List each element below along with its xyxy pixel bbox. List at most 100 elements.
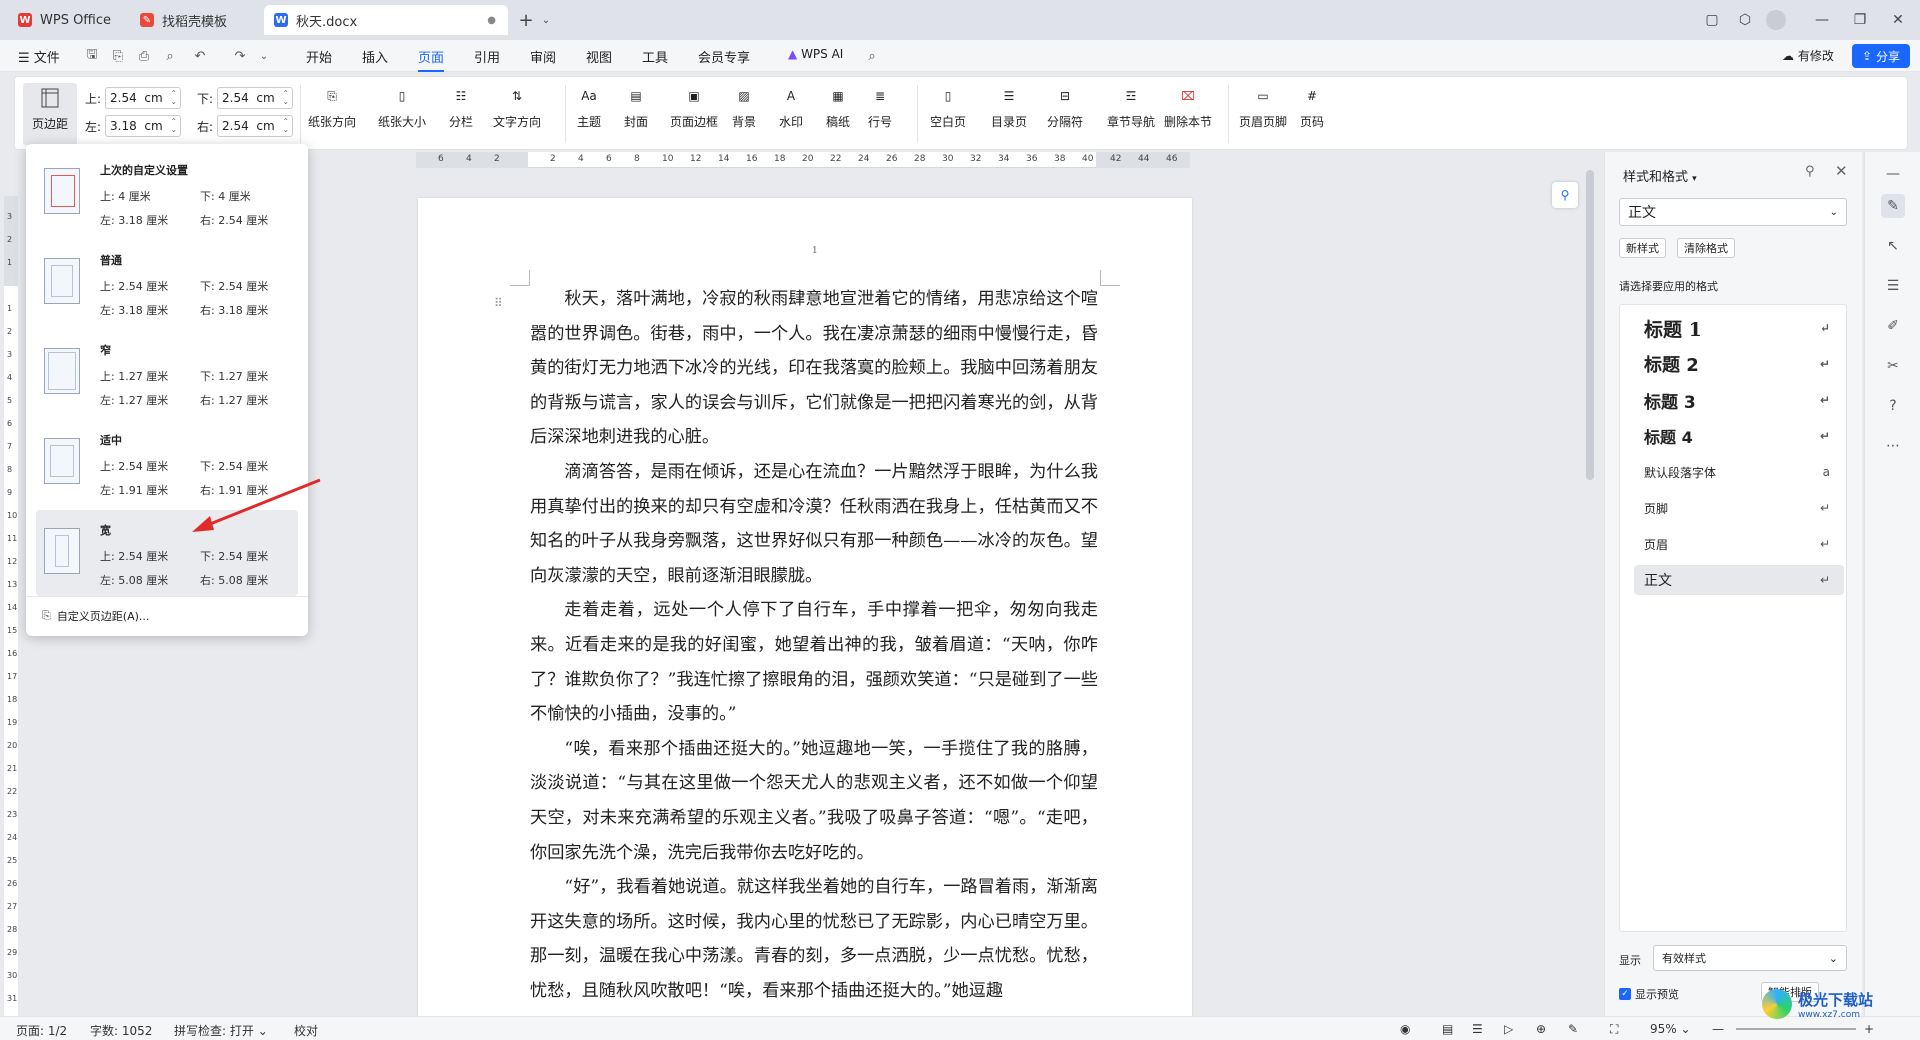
menu-start[interactable]: 开始 (306, 47, 332, 66)
word-count[interactable]: 字数: 1052 (90, 1022, 152, 1039)
close-icon[interactable]: ✕ (1886, 8, 1910, 32)
play-icon[interactable]: ▷ (1504, 1022, 1513, 1036)
avatar[interactable] (1766, 10, 1786, 30)
left-margin-input[interactable]: 3.18 cm ⌃ ⌄ (105, 115, 182, 137)
page-number-button[interactable]: # 页码 (1299, 83, 1325, 130)
style-footer[interactable]: 页脚 ↵ (1634, 493, 1844, 523)
spinner-icon[interactable]: ⌃ ⌄ (282, 90, 289, 106)
preset-last-custom[interactable]: 上次的自定义设置 上: 4 厘米 下: 4 厘米 左: 3.18 厘米 右: 2… (36, 150, 298, 236)
menu-insert[interactable]: 插入 (362, 47, 388, 66)
page-border-button[interactable]: ▣ 页面边框 (670, 83, 718, 130)
save-icon[interactable]: 🖫 (84, 47, 100, 64)
style-heading-3[interactable]: 标题 3 ↵ (1634, 385, 1844, 415)
vertical-ruler[interactable]: 3 2 1 1 2 3 4 5 6 7 8 9 10 11 12 13 14 15 16 17 18 19 20 21 22 23… (4, 196, 18, 1026)
pen-view-icon[interactable]: ✎ (1568, 1022, 1578, 1036)
file-menu[interactable]: ☰ 文件 (18, 47, 60, 66)
chevron-down-icon[interactable]: ⌄ (534, 8, 558, 32)
wps-ai-button[interactable]: ▲ WPS AI (788, 47, 843, 61)
location-pin-icon[interactable]: ⚲ (1552, 182, 1578, 208)
style-normal[interactable]: 正文 ↵ (1634, 565, 1844, 595)
section-nav-button[interactable]: ☲ 章节导航 (1107, 83, 1155, 130)
horizontal-ruler[interactable]: 6 4 2 2 4 6 8 10 12 14 16 18 20 22 24 26 28 30 32 34 36 38 40 4… (416, 152, 1190, 168)
paper-size-button[interactable]: ▯ 纸张大小 (378, 83, 426, 130)
style-pen-icon[interactable]: ✎ (1881, 194, 1905, 218)
zoom-slider[interactable] (1736, 1028, 1856, 1030)
menu-view[interactable]: 视图 (586, 47, 612, 66)
eye-icon[interactable]: ◉ (1400, 1022, 1410, 1036)
custom-margins-item[interactable]: ⎘ 自定义页边距(A)... (42, 604, 292, 628)
vertical-scrollbar[interactable] (1586, 170, 1594, 480)
right-margin-input[interactable]: 2.54 cm ⌃ ⌄ (217, 115, 294, 137)
delete-section-button[interactable]: ⌧ 删除本节 (1164, 83, 1212, 130)
preset-narrow[interactable]: 窄 上: 1.27 厘米 下: 1.27 厘米 左: 1.27 厘米 右: 1.… (36, 330, 298, 416)
share-button[interactable]: ⇪ 分享 (1852, 44, 1910, 68)
restore-icon[interactable]: ❐ (1848, 8, 1872, 32)
fit-screen-icon[interactable]: ⛶ (1610, 1022, 1618, 1037)
tools-icon[interactable]: ✂ (1881, 354, 1905, 378)
spinner-icon[interactable]: ⌃ ⌄ (170, 90, 177, 106)
menu-review[interactable]: 审阅 (530, 47, 556, 66)
style-heading-1[interactable]: 标题 1 ↵ (1634, 313, 1844, 343)
menu-reference[interactable]: 引用 (474, 47, 500, 66)
cover-button[interactable]: ▤ 封面 (623, 83, 649, 130)
show-select[interactable]: 有效样式 ⌄ (1653, 945, 1847, 971)
separator-button[interactable]: ⊟ 分隔符 (1047, 83, 1083, 130)
undo-icon[interactable]: ↶ (192, 48, 208, 64)
watermark-button[interactable]: A 水印 (778, 83, 804, 130)
menu-member[interactable]: 会员专享 (698, 47, 750, 66)
minimize-icon[interactable]: — (1810, 8, 1834, 32)
web-view-icon[interactable]: ⊕ (1536, 1022, 1546, 1036)
tab-docer[interactable]: ✎ 找稻壳模板 (130, 5, 258, 35)
header-footer-button[interactable]: ▭ 页眉页脚 (1239, 83, 1287, 130)
collapse-icon[interactable]: — (1881, 162, 1905, 186)
manuscript-button[interactable]: ▦ 稿纸 (825, 83, 851, 130)
export-icon[interactable]: ⎘ (110, 48, 126, 64)
preset-normal[interactable]: 普通 上: 2.54 厘米 下: 2.54 厘米 左: 3.18 厘米 右: 3… (36, 240, 298, 326)
tab-wps-office[interactable]: W WPS Office (8, 5, 122, 35)
document-body[interactable]: 秋天，落叶满地，冷寂的秋雨肆意地宣泄着它的情绪，用悲凉给这个喧嚣的世界调色。街巷… (530, 282, 1098, 1008)
style-header[interactable]: 页眉 ↵ (1634, 529, 1844, 559)
print-icon[interactable]: ⎙ (136, 48, 152, 64)
bottom-margin-input[interactable]: 2.54 cm ⌃ ⌄ (217, 87, 294, 109)
current-style-select[interactable]: 正文 ⌄ (1619, 198, 1847, 226)
columns-button[interactable]: ☷ 分栏 (448, 83, 474, 130)
has-changes-button[interactable]: ☁ 有修改 (1782, 47, 1834, 64)
more-icon[interactable]: ⋯ (1881, 434, 1905, 458)
top-margin-input[interactable]: 2.54 cm ⌃ ⌄ (105, 87, 182, 109)
style-default-font[interactable]: 默认段落字体 a (1634, 457, 1844, 487)
line-number-button[interactable]: ≣ 行号 (867, 83, 893, 130)
spinner-icon[interactable]: ⌃ ⌄ (282, 118, 289, 134)
tab-document[interactable]: W 秋天.docx ● (264, 5, 508, 35)
menu-tools[interactable]: 工具 (642, 47, 668, 66)
search-icon[interactable]: ⌕ (864, 48, 880, 64)
adjust-icon[interactable]: ☰ (1881, 274, 1905, 298)
edit-icon[interactable]: ✐ (1881, 314, 1905, 338)
zoom-in-icon[interactable]: + (1864, 1022, 1874, 1036)
orientation-button[interactable]: ⎘ 纸张方向 (308, 83, 356, 130)
outline-view-icon[interactable]: ☰ (1472, 1022, 1483, 1036)
select-cursor-icon[interactable]: ↖ (1881, 234, 1905, 258)
zoom-out-icon[interactable]: — (1712, 1022, 1724, 1036)
show-preview-checkbox[interactable]: ✓ 显示预览 (1619, 986, 1679, 1002)
print-preview-icon[interactable]: ⌕ (162, 48, 178, 64)
page-view-icon[interactable]: ▤ (1442, 1022, 1453, 1036)
cube-icon[interactable]: ⬡ (1733, 8, 1757, 32)
margins-button[interactable]: 页边距 (23, 83, 77, 145)
style-heading-2[interactable]: 标题 2 ↵ (1634, 349, 1844, 379)
text-direction-button[interactable]: ⇅ 文字方向 (493, 83, 541, 130)
menu-page[interactable]: 页面 (418, 47, 445, 72)
redo-icon[interactable]: ↷ (232, 48, 248, 64)
chevron-down-icon[interactable]: ▾ (1692, 174, 1697, 184)
blank-page-button[interactable]: ▯ 空白页 (930, 83, 966, 130)
zoom-level[interactable]: 95% ⌄ (1650, 1022, 1691, 1036)
more-chevron-icon[interactable]: ⌄ (256, 48, 272, 64)
pin-icon[interactable]: ⚲ (1805, 164, 1815, 179)
theme-button[interactable]: Aa 主题 (576, 83, 602, 130)
spell-check[interactable]: 拼写检查: 打开 ⌄ (174, 1022, 268, 1039)
proofread-button[interactable]: 校对 (294, 1022, 318, 1039)
close-icon[interactable]: ✕ (1835, 162, 1848, 180)
drag-handle-icon[interactable]: ⠿ (494, 296, 503, 310)
window-layout-icon[interactable]: ▢ (1700, 8, 1724, 32)
toc-page-button[interactable]: ☰ 目录页 (991, 83, 1027, 130)
spinner-icon[interactable]: ⌃ ⌄ (170, 118, 177, 134)
